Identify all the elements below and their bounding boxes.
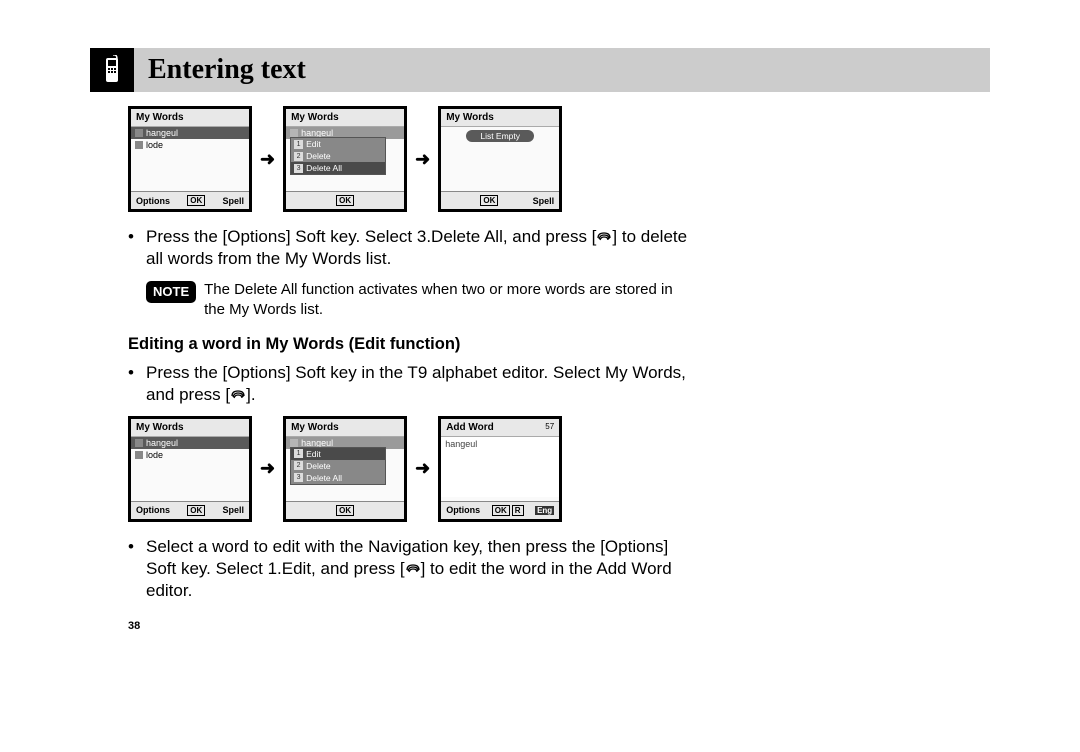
phone-screen: Add Word 57 hangeul Options OK R Eng: [438, 416, 562, 522]
lang-indicator: Eng: [535, 506, 554, 515]
softkey-right: Spell: [222, 196, 244, 206]
arrow-icon: ➜: [413, 149, 432, 170]
sub-heading: Editing a word in My Words (Edit functio…: [128, 335, 688, 354]
screen-title: My Words: [291, 422, 339, 433]
softkey-left: Options: [446, 505, 480, 515]
menu-item: Delete All: [306, 163, 342, 173]
text-input: hangeul: [441, 437, 559, 497]
menu-item: Delete: [306, 461, 331, 471]
menu-item: Delete All: [306, 473, 342, 483]
swirl-key-icon: [230, 386, 246, 400]
menu-item: Delete: [306, 151, 331, 161]
page-number: 38: [128, 620, 990, 632]
note-text: The Delete All function activates when t…: [204, 280, 688, 321]
phone-keypad-icon: [90, 48, 134, 92]
screen-row-2: My Words hangeul lode Options OK Spell ➜…: [128, 416, 688, 522]
arrow-icon: ➜: [258, 149, 277, 170]
ok-key: OK: [336, 195, 354, 206]
ok-key: OK: [492, 505, 510, 516]
arrow-icon: ➜: [413, 458, 432, 479]
ok-key: OK: [480, 195, 498, 206]
instruction-bullet: • Select a word to edit with the Navigat…: [128, 536, 688, 602]
phone-screen: My Words hangeul lode Options OK Spell: [128, 416, 252, 522]
swirl-key-icon: [405, 560, 421, 574]
list-item: lode: [146, 140, 163, 150]
screen-title: My Words: [446, 112, 494, 123]
menu-item: Edit: [306, 449, 321, 459]
phone-screen: My Words hangeul 1Edit 2Delete 3Delete A…: [283, 106, 407, 212]
menu-item: Edit: [306, 139, 321, 149]
empty-label: List Empty: [466, 130, 534, 142]
screen-row-1: My Words hangeul lode Options OK Spell ➜…: [128, 106, 688, 212]
r-indicator: R: [512, 505, 524, 516]
screen-title: My Words: [136, 422, 184, 433]
softkey-left: Options: [136, 505, 170, 515]
char-counter: 57: [545, 422, 554, 433]
phone-screen: My Words hangeul lode Options OK Spell: [128, 106, 252, 212]
note-block: NOTE The Delete All function activates w…: [146, 280, 688, 321]
list-item: lode: [146, 450, 163, 460]
screen-title: My Words: [136, 112, 184, 123]
ok-key: OK: [187, 195, 205, 206]
note-badge: NOTE: [146, 281, 196, 303]
swirl-key-icon: [596, 228, 612, 242]
list-item: hangeul: [146, 128, 178, 138]
softkey-left: Options: [136, 196, 170, 206]
softkey-right: Spell: [222, 505, 244, 515]
screen-title: My Words: [291, 112, 339, 123]
section-header: Entering text: [90, 48, 990, 92]
list-item: hangeul: [146, 438, 178, 448]
softkey-right: Spell: [533, 196, 555, 206]
phone-screen: My Words hangeul 1Edit 2Delete 3Delete A…: [283, 416, 407, 522]
arrow-icon: ➜: [258, 458, 277, 479]
ok-key: OK: [187, 505, 205, 516]
screen-title: Add Word: [446, 422, 494, 433]
ok-key: OK: [336, 505, 354, 516]
page-title: Entering text: [148, 54, 306, 86]
phone-screen: My Words List Empty OK Spell: [438, 106, 562, 212]
instruction-bullet: • Press the [Options] Soft key in the T9…: [128, 362, 688, 406]
instruction-bullet: • Press the [Options] Soft key. Select 3…: [128, 226, 688, 270]
